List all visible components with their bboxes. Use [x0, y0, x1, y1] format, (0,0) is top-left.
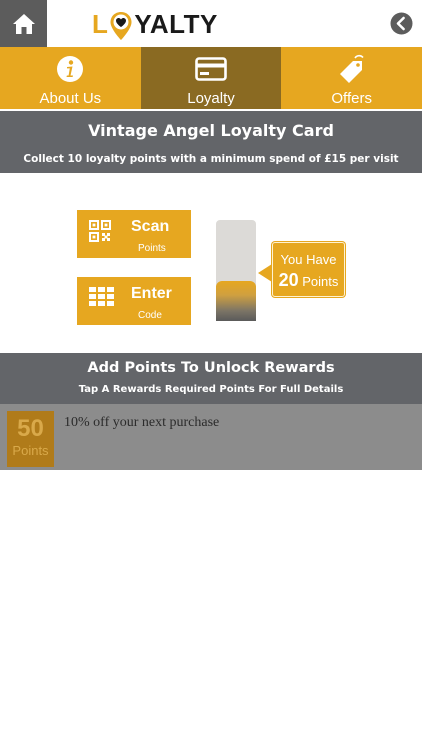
- enter-subtitle: Code: [138, 310, 162, 321]
- reward-item[interactable]: 50 Points 10% off your next purchase: [0, 404, 422, 470]
- points-label: You Have: [280, 252, 337, 267]
- qr-code-icon: [89, 220, 111, 242]
- scan-subtitle: Points: [138, 243, 166, 254]
- points-meter: [216, 220, 256, 321]
- reward-points-value: 50: [17, 415, 44, 442]
- enter-title: Enter: [131, 285, 172, 302]
- scan-points-button[interactable]: Scan Points: [77, 210, 191, 258]
- tab-loyalty[interactable]: Loyalty: [140, 47, 282, 109]
- tab-bar: About Us Loyalty Offers: [0, 47, 422, 109]
- back-button[interactable]: [390, 12, 413, 35]
- points-unit: Points: [302, 274, 339, 289]
- home-button[interactable]: [0, 0, 47, 47]
- logo-heart-pin-icon: [109, 10, 133, 40]
- home-icon: [12, 13, 35, 34]
- tab-label: About Us: [39, 90, 102, 107]
- app-logo: L YALTY: [92, 6, 218, 40]
- scan-title: Scan: [131, 218, 170, 235]
- points-meter-fill: [216, 280, 256, 321]
- tag-icon: [339, 54, 364, 83]
- chevron-left-circle-icon: [390, 12, 413, 35]
- loyalty-card-title: Vintage Angel Loyalty Card: [88, 121, 334, 140]
- points-balance-bubble: You Have 20 Points: [272, 242, 345, 297]
- tab-label: Loyalty: [187, 90, 235, 107]
- reward-points-badge[interactable]: 50 Points: [7, 411, 54, 467]
- app-header: L YALTY: [0, 0, 422, 47]
- loyalty-card-subtitle: Collect 10 loyalty points with a minimum…: [23, 153, 399, 165]
- reward-description: 10% off your next purchase: [64, 415, 220, 430]
- logo-text: YALTY: [134, 9, 218, 39]
- rewards-subtitle: Tap A Rewards Required Points For Full D…: [78, 384, 344, 395]
- loyalty-card-header: Vintage Angel Loyalty Card Collect 10 lo…: [0, 111, 422, 173]
- enter-code-button[interactable]: Enter Code: [77, 277, 191, 325]
- credit-card-icon: [195, 57, 227, 81]
- reward-points-unit: Points: [12, 443, 49, 458]
- rewards-header: Add Points To Unlock Rewards Tap A Rewar…: [0, 353, 422, 404]
- logo-letter-l: L: [92, 9, 109, 39]
- points-value: 20: [278, 270, 299, 290]
- points-value-line: 20 Points: [273, 270, 344, 291]
- points-bubble-arrow: [258, 264, 272, 282]
- keypad-icon: [89, 287, 114, 306]
- tab-about-us[interactable]: About Us: [0, 47, 141, 109]
- info-icon: [57, 56, 84, 82]
- tab-label: Offers: [331, 90, 372, 107]
- tab-offers[interactable]: Offers: [281, 47, 422, 109]
- rewards-title: Add Points To Unlock Rewards: [87, 360, 335, 376]
